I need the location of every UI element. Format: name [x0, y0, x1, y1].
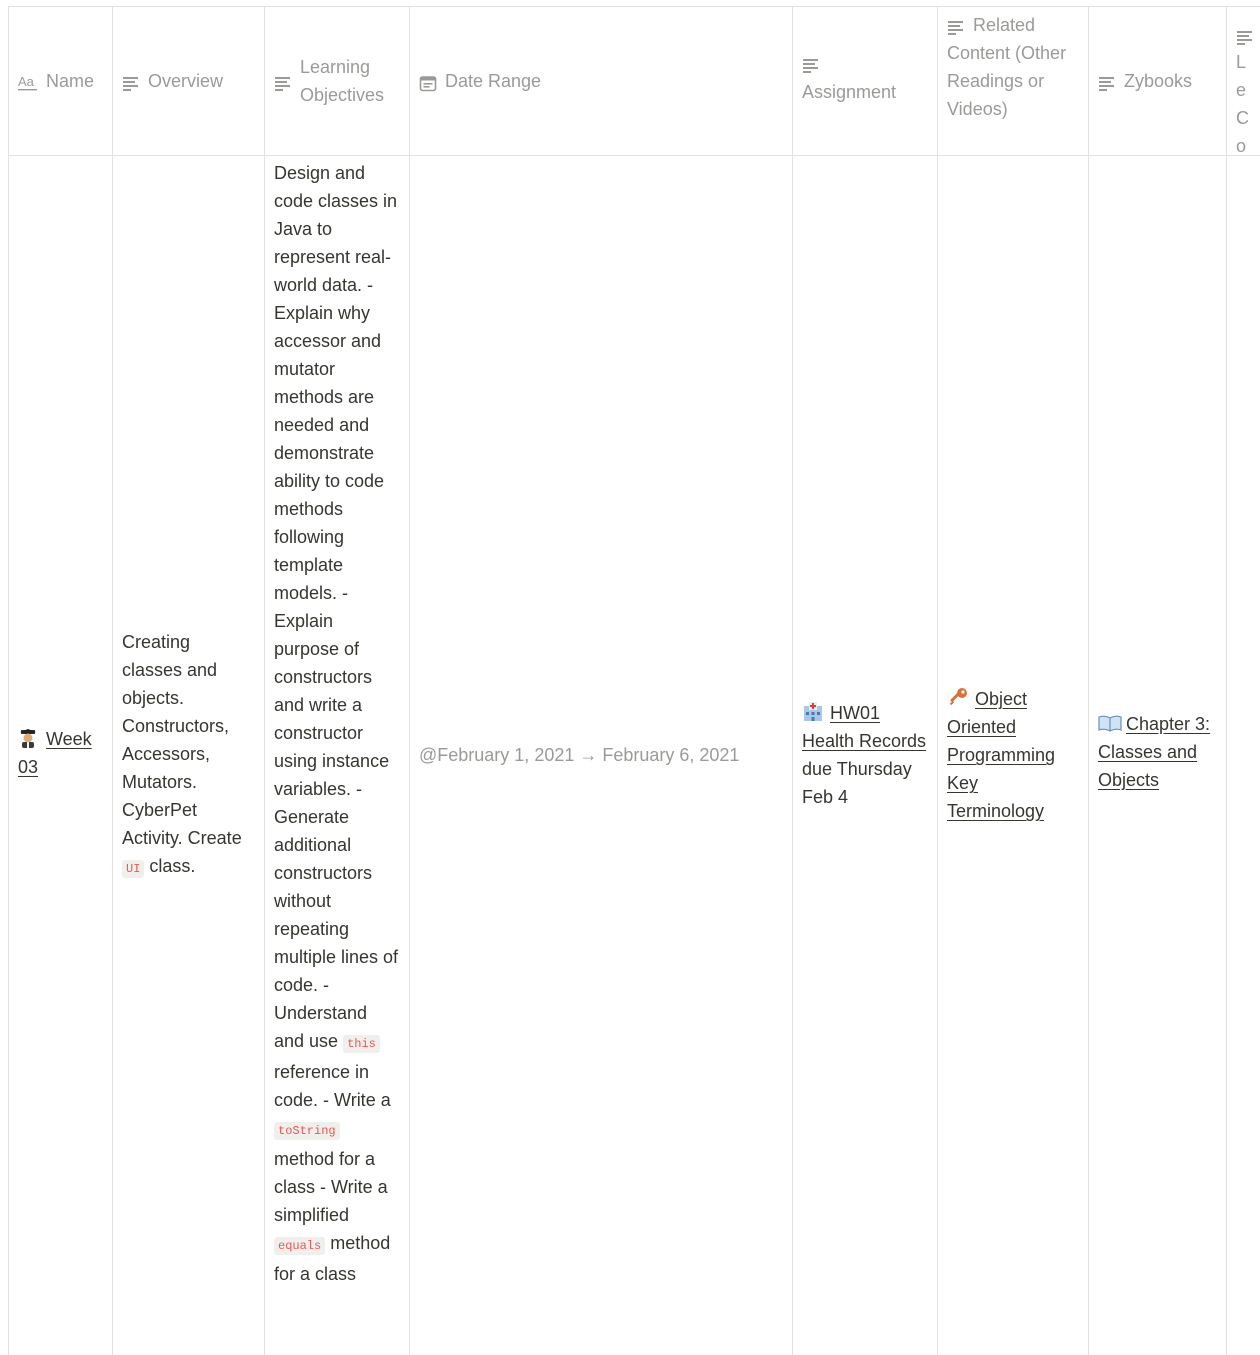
objectives-text: Design and code classes in Java to repre…: [274, 163, 399, 1051]
text-property-icon: [122, 72, 140, 91]
cell-overview[interactable]: Creating classes and objects. Constructo…: [112, 155, 264, 1355]
inline-code: equals: [274, 1237, 326, 1255]
hospital-icon: [802, 700, 822, 721]
title-property-icon: Aa: [18, 72, 38, 90]
objectives-text: method for a class - Write a simplified: [274, 1149, 388, 1225]
text-property-icon: [274, 72, 292, 91]
column-header-overview[interactable]: Overview: [112, 6, 264, 155]
column-header-partial[interactable]: Le Co Ex: [1226, 6, 1260, 155]
cell-name[interactable]: Week 03: [8, 155, 112, 1355]
column-header-label: Date Range: [445, 70, 542, 91]
student-icon: [18, 728, 38, 748]
text-property-icon: [1098, 72, 1116, 91]
column-header-label: Overview: [148, 70, 224, 91]
svg-text:Aa: Aa: [18, 74, 35, 89]
inline-code: UI: [122, 859, 145, 878]
cell-zybooks[interactable]: Chapter 3: Classes and Objects: [1088, 155, 1226, 1355]
related-content-link[interactable]: Object Oriented Programming Key Terminol…: [947, 689, 1055, 821]
column-header-label: Assignment: [802, 82, 897, 102]
column-header-name[interactable]: Aa Name: [8, 6, 112, 155]
overview-text: class.: [149, 855, 196, 876]
column-header-assignment[interactable]: Assignment: [792, 6, 937, 155]
cell-learning-objectives[interactable]: Design and code classes in Java to repre…: [264, 155, 409, 1355]
column-header-learning-objectives[interactable]: Learning Objectives: [264, 6, 409, 155]
column-header-label: Related Content (Other Readings or Video…: [947, 15, 1067, 119]
text-property-icon: [1236, 26, 1256, 48]
column-header-related-content[interactable]: Related Content (Other Readings or Video…: [937, 6, 1088, 155]
assignment-due-text: due Thursday Feb 4: [802, 759, 912, 807]
column-header-label: Le Co Ex: [1236, 52, 1249, 155]
cell-date-range[interactable]: @February 1, 2021 → February 6, 2021: [409, 155, 792, 1355]
column-divider: [1226, 6, 1227, 1355]
column-header-label: Name: [46, 70, 95, 91]
book-icon: [1098, 713, 1122, 733]
inline-code: toString: [274, 1122, 340, 1140]
column-header-zybooks[interactable]: Zybooks: [1088, 6, 1226, 155]
cell-related-content[interactable]: Object Oriented Programming Key Terminol…: [937, 155, 1088, 1355]
calendar-icon: [419, 72, 437, 91]
cell-assignment[interactable]: HW01 Health Records due Thursday Feb 4: [792, 155, 937, 1355]
text-property-icon: [802, 54, 927, 78]
column-header-label: Zybooks: [1124, 70, 1193, 91]
overview-text: Creating classes and objects. Constructo…: [122, 631, 242, 848]
date-range-value: @February 1, 2021 → February 6, 2021: [419, 745, 740, 765]
objectives-text: reference in code. - Write a: [274, 1062, 391, 1110]
key-icon: [947, 686, 967, 706]
inline-code: this: [343, 1035, 380, 1053]
column-header-date-range[interactable]: Date Range: [409, 6, 792, 155]
column-header-label: Learning Objectives: [300, 56, 385, 105]
